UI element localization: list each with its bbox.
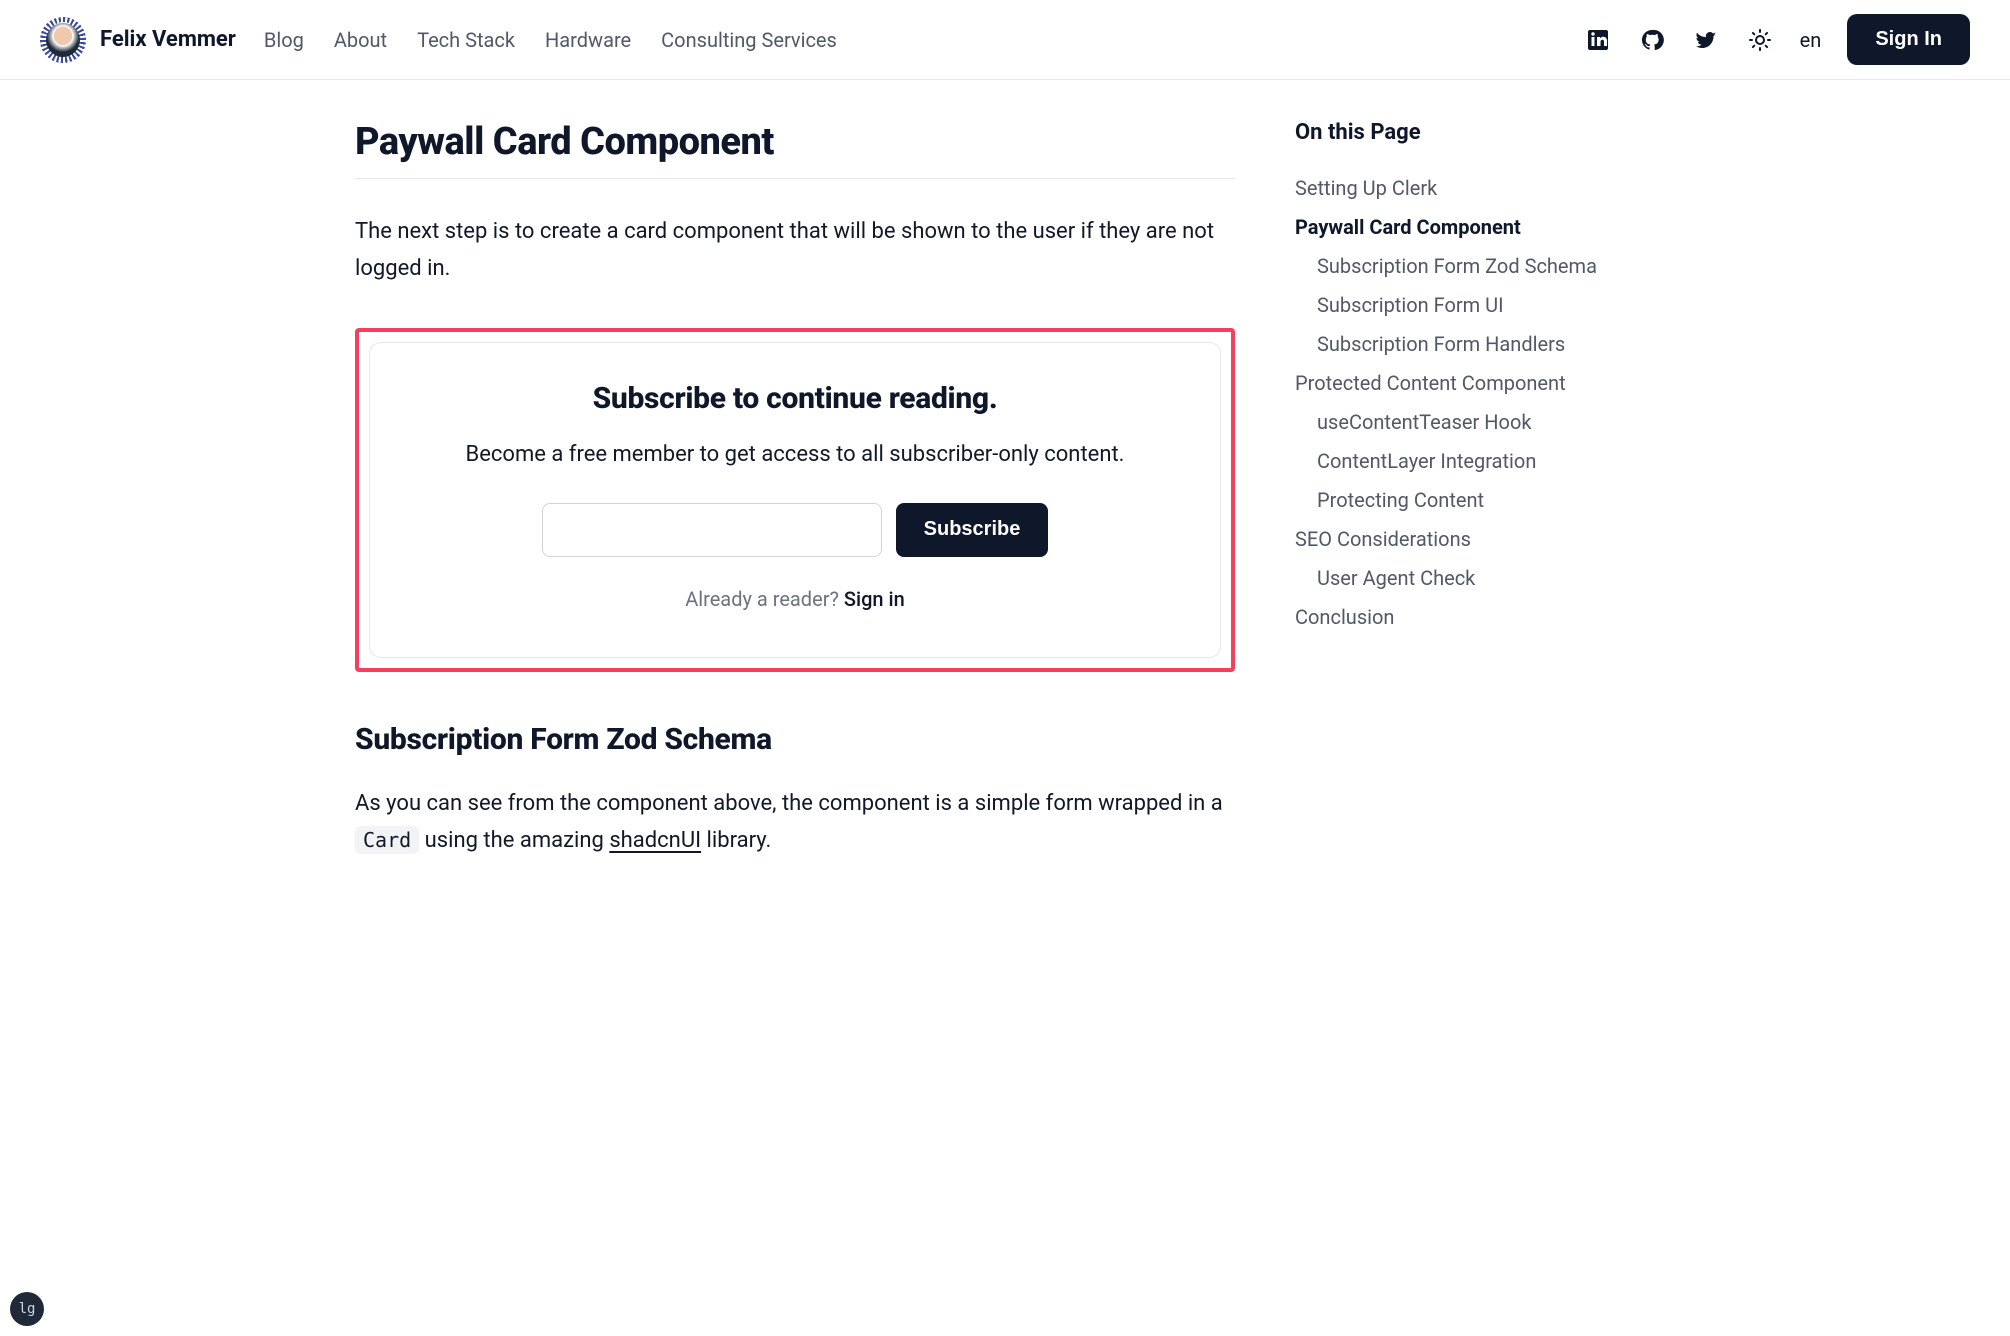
email-input[interactable]: [542, 503, 882, 557]
paywall-title: Subscribe to continue reading.: [410, 381, 1180, 416]
page-grid: Paywall Card Component The next step is …: [315, 80, 1695, 980]
toc-item[interactable]: useContentTeaser Hook: [1295, 403, 1655, 442]
signin-button[interactable]: Sign In: [1847, 14, 1970, 65]
toc-item[interactable]: Conclusion: [1295, 598, 1655, 637]
avatar: [40, 17, 86, 63]
paragraph-2: As you can see from the component above,…: [355, 785, 1235, 860]
toc-item[interactable]: Protected Content Component: [1295, 364, 1655, 403]
example-highlight-box: Subscribe to continue reading. Become a …: [355, 328, 1235, 672]
shadcnui-link[interactable]: shadcnUI: [609, 828, 701, 853]
section-heading: Paywall Card Component: [355, 120, 1235, 179]
paywall-card: Subscribe to continue reading. Become a …: [369, 342, 1221, 658]
nav-tech-stack[interactable]: Tech Stack: [417, 28, 515, 52]
github-icon[interactable]: [1638, 26, 1666, 54]
language-switch[interactable]: en: [1800, 28, 1822, 52]
toc-item[interactable]: Subscription Form Handlers: [1295, 325, 1655, 364]
article: Paywall Card Component The next step is …: [355, 120, 1235, 900]
brand-link[interactable]: Felix Vemmer: [40, 17, 236, 63]
inline-code-card: Card: [355, 826, 419, 854]
already-prefix: Already a reader?: [685, 587, 844, 611]
p2-a: As you can see from the component above,…: [355, 791, 1223, 816]
subscribe-button[interactable]: Subscribe: [896, 503, 1049, 557]
table-of-contents: On this Page Setting Up ClerkPaywall Car…: [1295, 120, 1655, 900]
twitter-icon[interactable]: [1692, 26, 1720, 54]
toc-item[interactable]: ContentLayer Integration: [1295, 442, 1655, 481]
linkedin-icon[interactable]: [1584, 26, 1612, 54]
theme-toggle-icon[interactable]: [1746, 26, 1774, 54]
toc-item[interactable]: Setting Up Clerk: [1295, 169, 1655, 208]
toc-item[interactable]: SEO Considerations: [1295, 520, 1655, 559]
nav-about[interactable]: About: [334, 28, 387, 52]
subscribe-form: Subscribe: [410, 503, 1180, 557]
header-left: Felix Vemmer Blog About Tech Stack Hardw…: [40, 17, 837, 63]
toc-item[interactable]: Paywall Card Component: [1295, 208, 1655, 247]
site-header: Felix Vemmer Blog About Tech Stack Hardw…: [0, 0, 2010, 80]
paywall-subtitle: Become a free member to get access to al…: [410, 442, 1180, 467]
nav-consulting[interactable]: Consulting Services: [661, 28, 837, 52]
p2-b: using the amazing: [419, 828, 609, 853]
nav-hardware[interactable]: Hardware: [545, 28, 631, 52]
intro-paragraph: The next step is to create a card compon…: [355, 213, 1235, 288]
primary-nav: Blog About Tech Stack Hardware Consultin…: [264, 28, 837, 52]
toc-list: Setting Up ClerkPaywall Card ComponentSu…: [1295, 169, 1655, 637]
nav-blog[interactable]: Blog: [264, 28, 304, 52]
p2-c: library.: [701, 828, 771, 853]
paywall-signin-link[interactable]: Sign in: [844, 587, 905, 611]
toc-title: On this Page: [1295, 120, 1655, 145]
already-reader-line: Already a reader? Sign in: [410, 587, 1180, 611]
subsection-heading: Subscription Form Zod Schema: [355, 722, 1235, 757]
toc-item[interactable]: Protecting Content: [1295, 481, 1655, 520]
header-right: en Sign In: [1584, 14, 1970, 65]
toc-item[interactable]: Subscription Form UI: [1295, 286, 1655, 325]
brand-name: Felix Vemmer: [100, 27, 236, 52]
breakpoint-badge: lg: [10, 1292, 44, 1326]
toc-item[interactable]: Subscription Form Zod Schema: [1295, 247, 1655, 286]
toc-item[interactable]: User Agent Check: [1295, 559, 1655, 598]
